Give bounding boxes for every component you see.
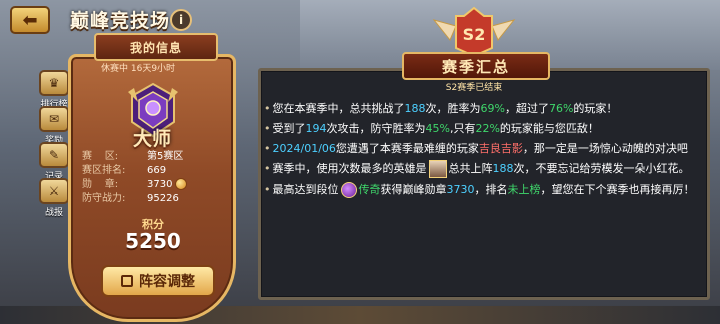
summary-highlight: 76%	[548, 102, 574, 115]
score-value: 5250	[125, 229, 181, 253]
summary-item: • 2024/01/06您遭遇了本赛季最难缠的玩家吉良吉影，那一定是一场惊心动魄的…	[264, 140, 700, 157]
season-ended-text: S2赛季已结束	[445, 83, 503, 93]
summary-highlight: 未上榜	[507, 183, 541, 196]
hero-avatar-icon	[428, 160, 447, 178]
summary-text: 赛季中，使用次数最多的英雄是	[272, 162, 427, 175]
bullet-icon: •	[264, 102, 271, 115]
info-button[interactable]: i	[170, 9, 192, 31]
lineup-adjust-button[interactable]: 阵容调整	[101, 265, 215, 297]
summary-highlight: 188	[404, 102, 426, 115]
back-button[interactable]: ⬅	[10, 6, 50, 34]
stats-list: 赛 区: 第5赛区 赛区排名: 669 勋 章: 3730 防守战力: 9522…	[82, 150, 214, 206]
summary-text: ，望您在下个赛季也再接再厉！	[540, 183, 695, 196]
summary-item: • 您在本赛季中，总共挑战了188次，胜率为69%，超过了76%的玩家！	[264, 100, 700, 117]
summary-text: 您遭遇了本赛季最难缠的玩家	[335, 142, 479, 155]
side-nav-rewards[interactable]: ✉ 奖励	[39, 106, 69, 146]
side-nav-leaderboard[interactable]: ♛ 排行榜	[39, 70, 69, 110]
summary-highlight: 2024/01/06	[272, 142, 336, 155]
summary-text: 最高达到段位	[272, 183, 339, 196]
medal-coin-icon	[175, 178, 188, 190]
summary-text: 的玩家！	[573, 102, 618, 115]
summary-text: 您在本赛季中，总共挑战了	[272, 102, 405, 115]
book-icon: ✎	[39, 142, 69, 168]
summary-highlight: 吉良吉影	[478, 142, 523, 155]
bullet-icon: •	[264, 162, 271, 175]
summary-highlight: 传奇	[358, 183, 381, 196]
summary-text: 的玩家能与您匹敌！	[499, 122, 599, 135]
stat-row-defense-power: 防守战力: 95226	[82, 193, 179, 204]
summary-highlight: 22%	[475, 122, 500, 135]
lineup-icon	[121, 275, 133, 287]
summary-highlight: 3730	[446, 183, 475, 196]
summary-text: ，排名	[474, 183, 508, 196]
season-badge-emblem: S2	[432, 6, 516, 58]
battle-icon: ⚔	[39, 178, 69, 204]
rank-title: 大师	[132, 128, 171, 150]
trophy-icon: ♛	[39, 70, 69, 96]
season-summary-list: • 您在本赛季中，总共挑战了188次，胜率为69%，超过了76%的玩家！ • 受到了1…	[264, 100, 700, 201]
rank-legend-icon	[340, 182, 357, 198]
my-info-banner: 我的信息	[94, 33, 218, 61]
summary-text: 次攻击，防守胜率为	[326, 122, 426, 135]
summary-highlight: 194	[305, 122, 327, 135]
bullet-icon: •	[264, 122, 271, 135]
bullet-icon: •	[264, 183, 271, 196]
summary-highlight: 45%	[425, 122, 450, 135]
summary-text: ,只有	[449, 122, 476, 135]
summary-highlight: 69%	[480, 102, 505, 115]
summary-text: ，那一定是一场惊心动魄的对决吧	[522, 142, 688, 155]
summary-text: 受到了	[272, 122, 306, 135]
back-arrow-icon: ⬅	[22, 9, 38, 31]
season-summary-title: 赛季汇总	[402, 52, 550, 80]
summary-text: 获得巅峰勋章	[380, 183, 447, 196]
page-title: 巅峰竞技场	[70, 10, 171, 32]
summary-item: • 赛季中，使用次数最多的英雄是 总共上阵188次，不要忘记给劳模发一朵小红花。	[264, 160, 700, 178]
rest-status: 休赛中 16天9小时	[101, 64, 176, 74]
season-badge-text: S2	[463, 25, 486, 44]
summary-text: 次，不要忘记给劳模发一朵小红花。	[513, 162, 690, 175]
gift-icon: ✉	[39, 106, 69, 132]
bullet-icon: •	[264, 142, 271, 155]
side-nav-records[interactable]: ✎ 记录	[39, 142, 69, 182]
summary-text: 次，胜率为	[425, 102, 481, 115]
summary-text: ，超过了	[504, 102, 549, 115]
summary-text: 总共上阵	[448, 162, 493, 175]
stat-row-region: 赛 区: 第5赛区	[82, 151, 184, 162]
side-nav-battle-reports[interactable]: ⚔ 战报	[39, 178, 69, 218]
stat-row-medals: 勋 章: 3730	[82, 178, 214, 192]
stat-row-region-rank: 赛区排名: 669	[82, 165, 167, 176]
lineup-adjust-label: 阵容调整	[139, 274, 195, 290]
summary-item: • 受到了194次攻击，防守胜率为45%,只有22%的玩家能与您匹敌！	[264, 120, 700, 137]
summary-item: • 最高达到段位 传奇获得巅峰勋章3730，排名未上榜，望您在下个赛季也再接再厉！	[264, 181, 700, 198]
summary-highlight: 188	[492, 162, 514, 175]
